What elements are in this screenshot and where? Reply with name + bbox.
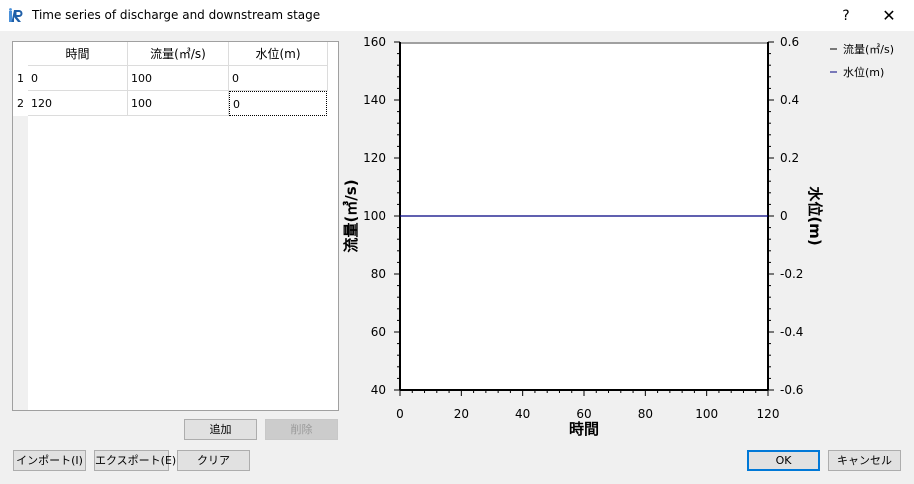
- x-tick-label: 80: [638, 407, 653, 421]
- left-tick-label: 100: [363, 209, 386, 223]
- right-axis-title: 水位(m): [806, 186, 824, 245]
- left-tick-label: 140: [363, 93, 386, 107]
- right-tick-label: -0.4: [780, 325, 803, 339]
- column-header-time[interactable]: 時間: [28, 42, 128, 66]
- x-tick-label: 0: [396, 407, 404, 421]
- left-tick-label: 120: [363, 151, 386, 165]
- ok-button[interactable]: OK: [747, 450, 820, 471]
- close-button[interactable]: ✕: [874, 2, 904, 30]
- row-header[interactable]: 2: [13, 91, 28, 116]
- x-tick-label: 40: [515, 407, 530, 421]
- title-bar: Time series of discharge and downstream …: [0, 0, 914, 31]
- table-cell[interactable]: 100: [128, 91, 229, 116]
- right-tick-label: 0.2: [780, 151, 799, 165]
- table-cell[interactable]: 120: [28, 91, 128, 116]
- time-series-table: 時間 流量(㎥/s) 水位(m) 1 0 100 0 2 120 100 0: [12, 41, 339, 411]
- app-logo-icon: [9, 8, 23, 22]
- delete-row-button[interactable]: 削除: [265, 419, 338, 440]
- table-corner[interactable]: [13, 42, 28, 66]
- column-header-stage[interactable]: 水位(m): [229, 42, 328, 66]
- table-cell[interactable]: 0: [28, 66, 128, 91]
- left-axis-title: 流量(㎥/s): [342, 179, 360, 252]
- legend-label: 水位(m): [843, 65, 884, 79]
- table-cell[interactable]: 100: [128, 66, 229, 91]
- help-button[interactable]: ?: [834, 4, 858, 28]
- x-axis-title: 時間: [569, 420, 599, 438]
- left-tick-label: 40: [371, 383, 386, 397]
- left-tick-label: 160: [363, 35, 386, 49]
- row-header[interactable]: 1: [13, 66, 28, 91]
- x-tick-label: 120: [757, 407, 780, 421]
- cancel-button[interactable]: キャンセル: [828, 450, 901, 471]
- window-title: Time series of discharge and downstream …: [32, 8, 321, 22]
- export-button[interactable]: エクスポート(E): [94, 450, 176, 471]
- right-tick-label: 0.6: [780, 35, 799, 49]
- right-tick-label: -0.2: [780, 267, 803, 281]
- left-tick-label: 80: [371, 267, 386, 281]
- discharge-stage-chart: 40 60 80 100 120 140 160 -0.6 -0.4 -0.2 0 0.2 0.4 0.6…: [342, 35, 894, 438]
- row-header-area: [13, 66, 28, 410]
- right-tick-label: 0.4: [780, 93, 799, 107]
- left-tick-label: 60: [371, 325, 386, 339]
- column-header-discharge[interactable]: 流量(㎥/s): [128, 42, 229, 66]
- legend-label: 流量(㎥/s): [843, 42, 894, 56]
- clear-button[interactable]: クリア: [177, 450, 250, 471]
- table-cell-selected[interactable]: 0: [229, 91, 327, 116]
- add-row-button[interactable]: 追加: [184, 419, 257, 440]
- right-tick-label: 0: [780, 209, 788, 223]
- import-button[interactable]: インポート(I): [13, 450, 86, 471]
- x-tick-label: 100: [695, 407, 718, 421]
- table-cell[interactable]: 0: [229, 66, 328, 91]
- x-tick-label: 60: [576, 407, 591, 421]
- right-tick-label: -0.6: [780, 383, 803, 397]
- x-tick-label: 20: [454, 407, 469, 421]
